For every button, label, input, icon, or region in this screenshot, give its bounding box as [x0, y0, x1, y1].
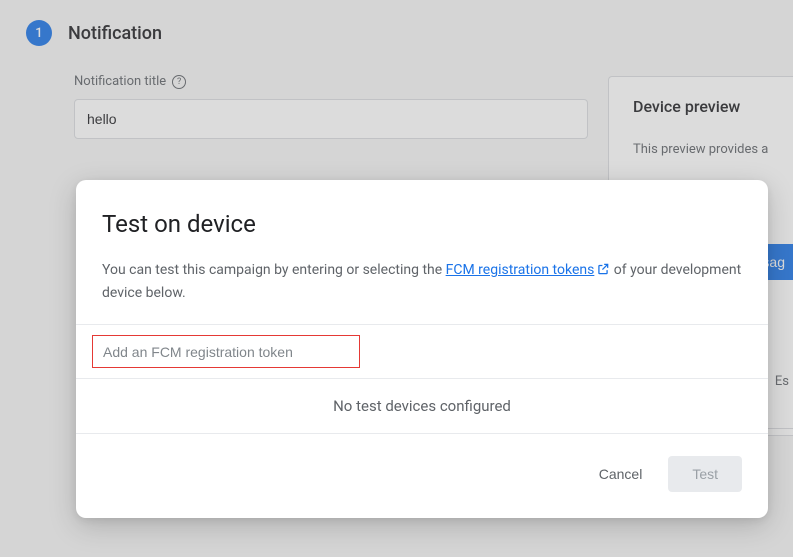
empty-state-text: No test devices configured: [76, 379, 768, 434]
modal-title: Test on device: [102, 210, 742, 238]
token-input-row: [76, 324, 768, 379]
external-link-icon: [596, 262, 610, 283]
modal-description: You can test this campaign by entering o…: [102, 260, 742, 304]
test-on-device-modal: Test on device You can test this campaig…: [76, 180, 768, 518]
modal-actions: Cancel Test: [76, 434, 768, 518]
test-button[interactable]: Test: [668, 456, 742, 492]
fcm-token-input[interactable]: [103, 344, 349, 360]
modal-desc-pre: You can test this campaign by entering o…: [102, 262, 446, 278]
fcm-tokens-link[interactable]: FCM registration tokens: [446, 262, 611, 278]
cancel-button[interactable]: Cancel: [587, 458, 655, 490]
token-input-highlight: [92, 335, 360, 368]
